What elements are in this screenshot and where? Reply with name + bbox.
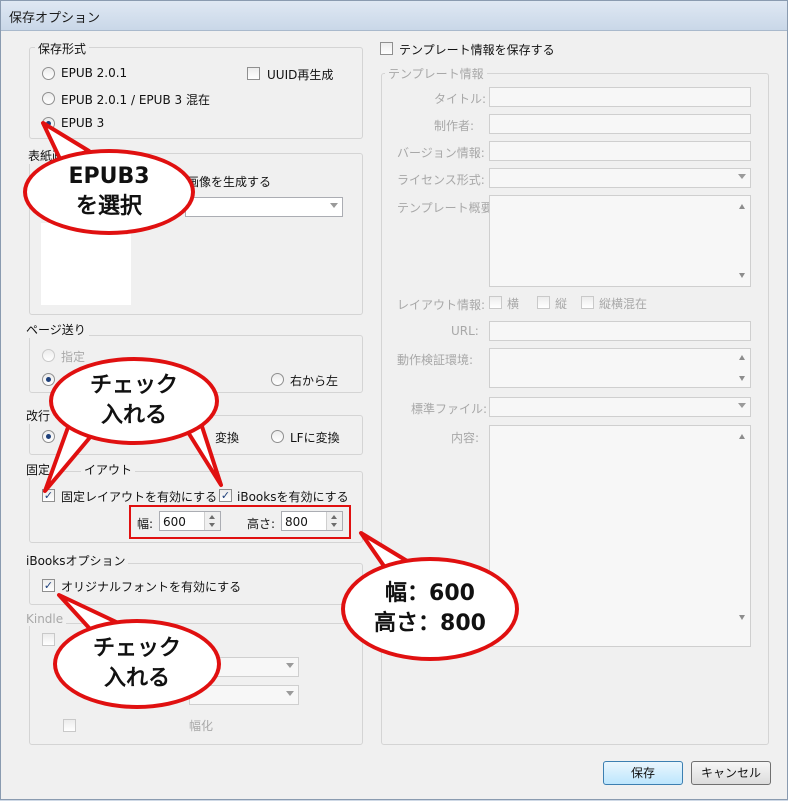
size-callout-line1: 幅：600 [385,581,475,606]
scroll-up-icon[interactable] [739,204,745,209]
template-standard-file-label: 標準ファイル: [411,402,488,416]
epub3-callout-line1: EPUB3 [68,164,150,189]
original-font-label: オリジナルフォントを有効にする [61,580,242,594]
template-license-select[interactable] [489,168,751,188]
radio-newline-keep[interactable] [42,430,55,443]
chevron-down-icon [330,203,338,208]
cancel-button[interactable]: キャンセル [691,761,771,785]
kindle-partial-checkbox[interactable] [63,719,76,732]
scroll-down-icon[interactable] [739,615,745,620]
save-template-checkbox[interactable] [380,42,393,55]
check2-callout-line2: 入れる [103,666,170,691]
radio-page-feed-ltr[interactable] [42,373,55,386]
scroll-down-icon[interactable] [739,376,745,381]
fixed-layout-legend-right: イアウト [81,461,136,478]
save-format-legend: 保存形式 [35,40,90,57]
size-callout-line2: 高さ：800 [374,611,486,636]
cover-select[interactable] [185,197,343,217]
radio-page-feed-rtl[interactable] [271,373,284,386]
layout-vertical-label: 縦 [555,297,568,311]
uuid-regenerate-checkbox[interactable] [247,67,260,80]
epub3-callout: EPUB3 を選択 [23,149,195,235]
radio-epub-mixed-label: EPUB 2.0.1 / EPUB 3 混在 [61,93,210,107]
template-layout-label: レイアウト情報: [397,298,486,312]
radio-epub2-label: EPUB 2.0.1 [61,66,128,80]
scroll-up-icon[interactable] [739,434,745,439]
save-options-window: 保存オプション 保存形式 EPUB 2.0.1 UUID再生成 EPUB 2.0… [0,0,788,800]
ibooks-label: iBooksを有効にする [237,490,349,504]
radio-epub-mixed[interactable] [42,92,55,105]
radio-epub3-label: EPUB 3 [61,116,105,130]
template-standard-file-select[interactable] [489,397,751,417]
template-license-label: ライセンス形式: [397,173,485,187]
fixed-layout-label: 固定レイアウトを有効にする [61,490,218,504]
template-content-label: 内容: [451,431,480,445]
template-url-input[interactable] [489,321,751,341]
template-info-legend: テンプレート情報 [385,65,487,82]
check2-callout: チェック 入れる [53,619,221,709]
ibooks-options-legend: iBooksオプション [23,552,129,569]
cover-generate-label: 画像を生成する [187,175,272,189]
layout-horizontal-label: 横 [507,297,520,311]
check1-callout-line1: チェック [89,373,178,398]
radio-page-feed-specified-label: 指定 [61,350,86,364]
page-feed-legend: ページ送り [23,321,89,338]
chevron-down-icon [286,691,294,696]
check1-callout: チェック 入れる [49,357,219,445]
size-callout: 幅：600 高さ：800 [341,557,519,661]
chevron-down-icon [738,174,746,179]
chevron-down-icon [738,403,746,408]
uuid-regenerate-label: UUID再生成 [267,68,334,82]
kindle-checkbox[interactable] [42,633,55,646]
radio-newline-lf-label: LFに変換 [290,431,340,445]
ibooks-checkbox[interactable]: ✓ [219,489,232,502]
fixed-layout-legend-left: 固定 [23,461,54,478]
radio-epub3[interactable] [42,117,55,130]
radio-page-feed-rtl-label: 右から左 [290,374,339,388]
save-template-label: テンプレート情報を保存する [399,43,555,57]
layout-horizontal-checkbox[interactable] [489,296,502,309]
template-author-input[interactable] [489,114,751,134]
kindle-legend: Kindle [23,612,67,626]
size-highlight-box [129,505,351,539]
template-author-label: 制作者: [434,119,475,133]
template-version-input[interactable] [489,141,751,161]
radio-newline-lf[interactable] [271,430,284,443]
template-summary-label: テンプレート概要: [397,201,497,215]
radio-page-feed-specified[interactable] [42,349,55,362]
radio-newline-convert-label: 変換 [215,431,240,445]
radio-epub2[interactable] [42,67,55,80]
layout-mixed-label: 縦横混在 [599,297,648,311]
check1-callout-line2: 入れる [100,403,167,428]
template-version-label: バージョン情報: [397,146,485,160]
template-env-label: 動作検証環境: [397,353,474,367]
epub3-callout-line2: を選択 [75,194,142,219]
fixed-layout-checkbox[interactable]: ✓ [42,489,55,502]
window-title: 保存オプション [9,11,101,26]
template-env-textarea[interactable] [489,348,751,388]
template-url-label: URL: [451,324,479,338]
save-button[interactable]: 保存 [603,761,683,785]
scroll-down-icon[interactable] [739,273,745,278]
title-bar: 保存オプション [1,1,787,31]
check2-callout-line1: チェック [92,636,181,661]
cover-preview [41,223,131,305]
scroll-up-icon[interactable] [739,355,745,360]
template-title-input[interactable] [489,87,751,107]
layout-vertical-checkbox[interactable] [537,296,550,309]
kindle-partial-label: 幅化 [189,719,214,733]
template-summary-textarea[interactable] [489,195,751,287]
template-content-textarea[interactable] [489,425,751,647]
chevron-down-icon [286,663,294,668]
template-title-label: タイトル: [434,92,487,106]
newline-legend: 改行 [23,407,54,424]
original-font-checkbox[interactable]: ✓ [42,579,55,592]
layout-mixed-checkbox[interactable] [581,296,594,309]
